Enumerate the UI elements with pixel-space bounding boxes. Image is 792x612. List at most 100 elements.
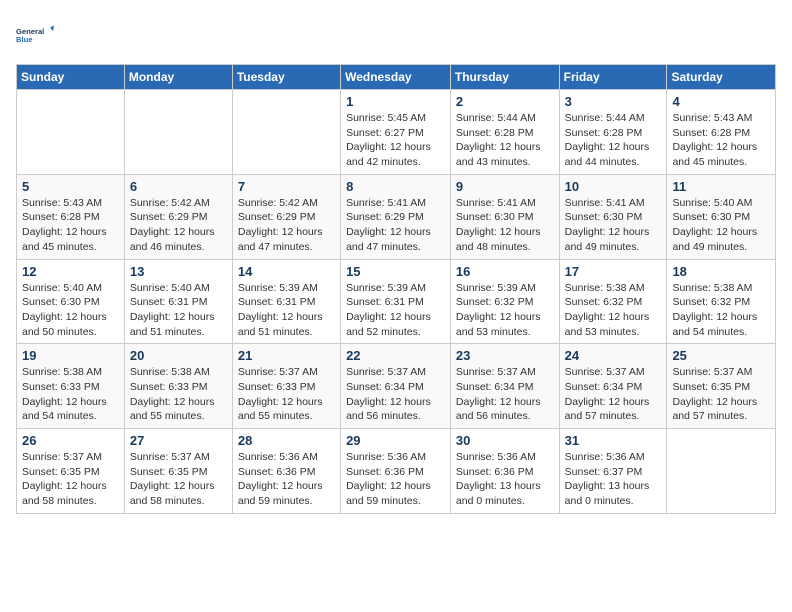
day-number: 1 xyxy=(346,94,445,109)
day-info: Sunrise: 5:37 AM Sunset: 6:35 PM Dayligh… xyxy=(672,365,770,424)
day-number: 13 xyxy=(130,264,227,279)
calendar-cell: 30 Sunrise: 5:36 AM Sunset: 6:36 PM Dayli… xyxy=(450,429,559,514)
day-info: Sunrise: 5:40 AM Sunset: 6:30 PM Dayligh… xyxy=(22,281,119,340)
day-number: 5 xyxy=(22,179,119,194)
day-number: 10 xyxy=(565,179,662,194)
calendar-week-5: 26 Sunrise: 5:37 AM Sunset: 6:35 PM Dayli… xyxy=(17,429,776,514)
calendar-cell: 23 Sunrise: 5:37 AM Sunset: 6:34 PM Dayli… xyxy=(450,344,559,429)
calendar-week-1: 1 Sunrise: 5:45 AM Sunset: 6:27 PM Daylig… xyxy=(17,90,776,175)
day-info: Sunrise: 5:36 AM Sunset: 6:36 PM Dayligh… xyxy=(456,450,554,509)
svg-text:Blue: Blue xyxy=(16,35,32,44)
day-info: Sunrise: 5:37 AM Sunset: 6:33 PM Dayligh… xyxy=(238,365,335,424)
weekday-header-friday: Friday xyxy=(559,65,667,90)
day-number: 7 xyxy=(238,179,335,194)
calendar-cell: 31 Sunrise: 5:36 AM Sunset: 6:37 PM Dayli… xyxy=(559,429,667,514)
day-info: Sunrise: 5:38 AM Sunset: 6:32 PM Dayligh… xyxy=(565,281,662,340)
weekday-header-wednesday: Wednesday xyxy=(341,65,451,90)
weekday-header-thursday: Thursday xyxy=(450,65,559,90)
calendar-cell: 25 Sunrise: 5:37 AM Sunset: 6:35 PM Dayli… xyxy=(667,344,776,429)
day-number: 18 xyxy=(672,264,770,279)
calendar-cell: 16 Sunrise: 5:39 AM Sunset: 6:32 PM Dayli… xyxy=(450,259,559,344)
calendar-cell xyxy=(232,90,340,175)
weekday-header-tuesday: Tuesday xyxy=(232,65,340,90)
day-info: Sunrise: 5:42 AM Sunset: 6:29 PM Dayligh… xyxy=(130,196,227,255)
calendar-cell: 18 Sunrise: 5:38 AM Sunset: 6:32 PM Dayli… xyxy=(667,259,776,344)
day-number: 30 xyxy=(456,433,554,448)
weekday-header-saturday: Saturday xyxy=(667,65,776,90)
day-number: 29 xyxy=(346,433,445,448)
day-number: 27 xyxy=(130,433,227,448)
calendar-week-3: 12 Sunrise: 5:40 AM Sunset: 6:30 PM Dayli… xyxy=(17,259,776,344)
day-info: Sunrise: 5:44 AM Sunset: 6:28 PM Dayligh… xyxy=(456,111,554,170)
day-info: Sunrise: 5:40 AM Sunset: 6:30 PM Dayligh… xyxy=(672,196,770,255)
calendar-cell: 17 Sunrise: 5:38 AM Sunset: 6:32 PM Dayli… xyxy=(559,259,667,344)
day-number: 23 xyxy=(456,348,554,363)
day-info: Sunrise: 5:36 AM Sunset: 6:36 PM Dayligh… xyxy=(238,450,335,509)
day-info: Sunrise: 5:42 AM Sunset: 6:29 PM Dayligh… xyxy=(238,196,335,255)
calendar-cell: 26Sunrise: 5:37 AM Sunset: 6:35 PM Dayli… xyxy=(17,429,125,514)
day-number: 11 xyxy=(672,179,770,194)
calendar-cell: 5 Sunrise: 5:43 AM Sunset: 6:28 PM Daylig… xyxy=(17,174,125,259)
day-number: 4 xyxy=(672,94,770,109)
calendar-cell: 6Sunrise: 5:42 AM Sunset: 6:29 PM Daylig… xyxy=(124,174,232,259)
day-number: 16 xyxy=(456,264,554,279)
day-number: 14 xyxy=(238,264,335,279)
day-info: Sunrise: 5:38 AM Sunset: 6:33 PM Dayligh… xyxy=(130,365,227,424)
weekday-header-sunday: Sunday xyxy=(17,65,125,90)
calendar-cell: 9 Sunrise: 5:41 AM Sunset: 6:30 PM Daylig… xyxy=(450,174,559,259)
day-info: Sunrise: 5:41 AM Sunset: 6:30 PM Dayligh… xyxy=(456,196,554,255)
calendar-cell: 7 Sunrise: 5:42 AM Sunset: 6:29 PM Daylig… xyxy=(232,174,340,259)
day-info: Sunrise: 5:36 AM Sunset: 6:37 PM Dayligh… xyxy=(565,450,662,509)
day-info: Sunrise: 5:37 AM Sunset: 6:34 PM Dayligh… xyxy=(456,365,554,424)
calendar-cell: 21 Sunrise: 5:37 AM Sunset: 6:33 PM Dayli… xyxy=(232,344,340,429)
day-number: 9 xyxy=(456,179,554,194)
calendar-cell: 24 Sunrise: 5:37 AM Sunset: 6:34 PM Dayli… xyxy=(559,344,667,429)
calendar-cell: 3 Sunrise: 5:44 AM Sunset: 6:28 PM Daylig… xyxy=(559,90,667,175)
weekday-header-monday: Monday xyxy=(124,65,232,90)
page-header: General Blue xyxy=(16,16,776,54)
day-info: Sunrise: 5:45 AM Sunset: 6:27 PM Dayligh… xyxy=(346,111,445,170)
calendar-cell: 19 Sunrise: 5:38 AM Sunset: 6:33 PM Dayli… xyxy=(17,344,125,429)
day-info: Sunrise: 5:36 AM Sunset: 6:36 PM Dayligh… xyxy=(346,450,445,509)
day-number: 3 xyxy=(565,94,662,109)
calendar-cell xyxy=(17,90,125,175)
day-number: 19 xyxy=(22,348,119,363)
calendar-cell: 27 Sunrise: 5:37 AM Sunset: 6:35 PM Dayli… xyxy=(124,429,232,514)
day-number: 17 xyxy=(565,264,662,279)
day-number: 21 xyxy=(238,348,335,363)
calendar-cell xyxy=(667,429,776,514)
day-info: Sunrise: 5:41 AM Sunset: 6:29 PM Dayligh… xyxy=(346,196,445,255)
day-info: Sunrise: 5:40 AM Sunset: 6:31 PM Dayligh… xyxy=(130,281,227,340)
calendar-cell: 29 Sunrise: 5:36 AM Sunset: 6:36 PM Dayli… xyxy=(341,429,451,514)
calendar-cell: 13 Sunrise: 5:40 AM Sunset: 6:31 PM Dayli… xyxy=(124,259,232,344)
weekday-header-row: SundayMondayTuesdayWednesdayThursdayFrid… xyxy=(17,65,776,90)
day-info: Sunrise: 5:39 AM Sunset: 6:32 PM Dayligh… xyxy=(456,281,554,340)
calendar-cell: 8 Sunrise: 5:41 AM Sunset: 6:29 PM Daylig… xyxy=(341,174,451,259)
day-number: 31 xyxy=(565,433,662,448)
day-info: Sunrise: 5:38 AM Sunset: 6:33 PM Dayligh… xyxy=(22,365,119,424)
calendar-cell xyxy=(124,90,232,175)
calendar-cell: 20Sunrise: 5:38 AM Sunset: 6:33 PM Dayli… xyxy=(124,344,232,429)
calendar-table: SundayMondayTuesdayWednesdayThursdayFrid… xyxy=(16,64,776,514)
logo: General Blue xyxy=(16,16,54,54)
day-info: Sunrise: 5:39 AM Sunset: 6:31 PM Dayligh… xyxy=(346,281,445,340)
day-info: Sunrise: 5:37 AM Sunset: 6:34 PM Dayligh… xyxy=(565,365,662,424)
day-info: Sunrise: 5:37 AM Sunset: 6:35 PM Dayligh… xyxy=(130,450,227,509)
calendar-cell: 15Sunrise: 5:39 AM Sunset: 6:31 PM Dayli… xyxy=(341,259,451,344)
calendar-week-2: 5 Sunrise: 5:43 AM Sunset: 6:28 PM Daylig… xyxy=(17,174,776,259)
calendar-cell: 12 Sunrise: 5:40 AM Sunset: 6:30 PM Dayli… xyxy=(17,259,125,344)
day-info: Sunrise: 5:38 AM Sunset: 6:32 PM Dayligh… xyxy=(672,281,770,340)
day-info: Sunrise: 5:37 AM Sunset: 6:34 PM Dayligh… xyxy=(346,365,445,424)
day-info: Sunrise: 5:44 AM Sunset: 6:28 PM Dayligh… xyxy=(565,111,662,170)
day-number: 25 xyxy=(672,348,770,363)
calendar-cell: 10Sunrise: 5:41 AM Sunset: 6:30 PM Dayli… xyxy=(559,174,667,259)
day-number: 26 xyxy=(22,433,119,448)
calendar-cell: 28 Sunrise: 5:36 AM Sunset: 6:36 PM Dayli… xyxy=(232,429,340,514)
day-info: Sunrise: 5:43 AM Sunset: 6:28 PM Dayligh… xyxy=(22,196,119,255)
day-number: 24 xyxy=(565,348,662,363)
day-info: Sunrise: 5:39 AM Sunset: 6:31 PM Dayligh… xyxy=(238,281,335,340)
day-number: 28 xyxy=(238,433,335,448)
day-number: 12 xyxy=(22,264,119,279)
day-number: 8 xyxy=(346,179,445,194)
calendar-cell: 1 Sunrise: 5:45 AM Sunset: 6:27 PM Daylig… xyxy=(341,90,451,175)
